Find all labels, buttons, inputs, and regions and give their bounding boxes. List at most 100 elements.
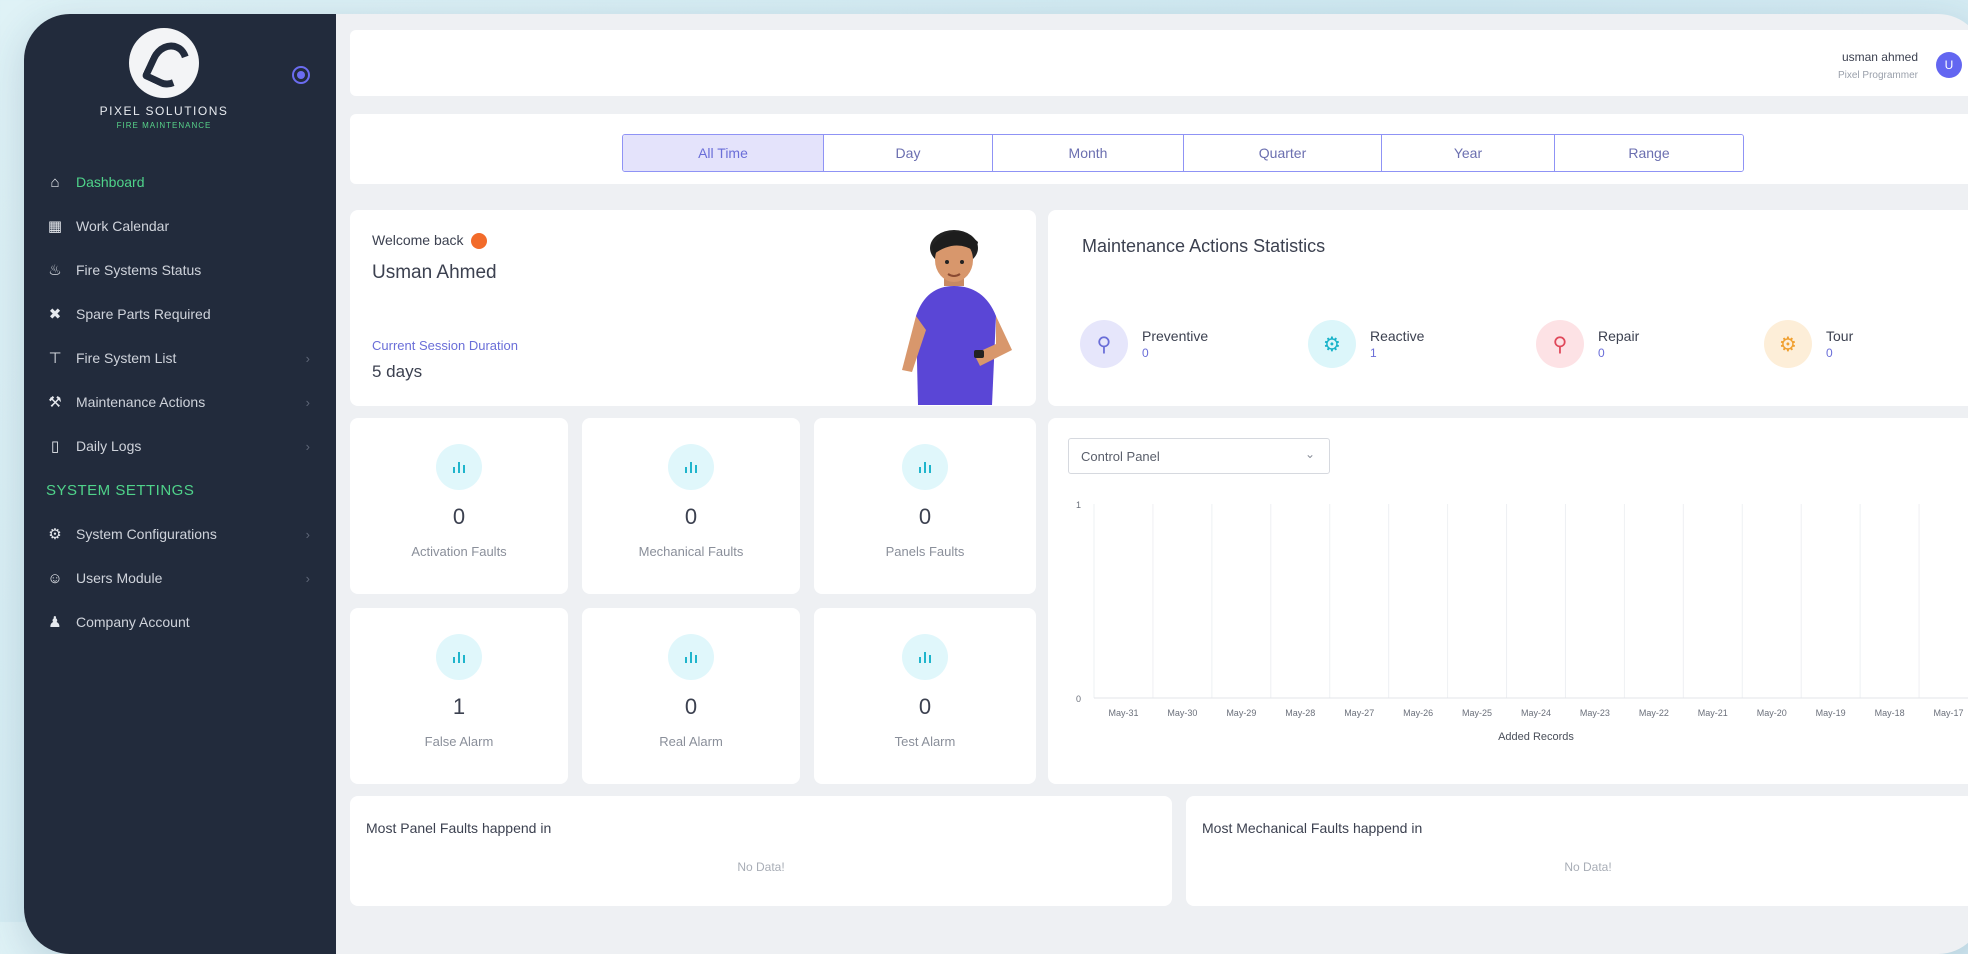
stat-label: Tour (1826, 328, 1854, 344)
fault-label: Activation Faults (411, 544, 507, 559)
x-tick-label: May-26 (1403, 708, 1433, 718)
sidebar: PIXEL SOLUTIONS FIRE MAINTENANCE ⌂ Dashb… (24, 14, 336, 954)
stat-tour[interactable]: ⚙ Tour 0 (1764, 320, 1853, 368)
x-tick-label: May-24 (1521, 708, 1551, 718)
sidebar-item-label: Daily Logs (76, 438, 142, 454)
welcome-greeting-text: Welcome back (372, 232, 464, 248)
x-tick-label: May-29 (1226, 708, 1256, 718)
tab-year[interactable]: Year (1382, 135, 1555, 171)
fault-label: Real Alarm (659, 734, 723, 749)
tab-month[interactable]: Month (993, 135, 1184, 171)
brand-tagline: FIRE MAINTENANCE (116, 121, 212, 130)
chevron-right-icon: › (305, 394, 310, 410)
x-tick-label: May-27 (1344, 708, 1374, 718)
chevron-right-icon: › (305, 570, 310, 586)
user-role: Pixel Programmer (1837, 70, 1918, 81)
extinguisher-icon: ⊤ (48, 350, 62, 367)
brand-logo[interactable]: PIXEL SOLUTIONS FIRE MAINTENANCE (84, 28, 244, 130)
fault-value: 0 (684, 504, 698, 529)
stat-preventive[interactable]: ⚲ Preventive 0 (1080, 320, 1208, 368)
wrench-icon: ⚒ (48, 394, 62, 411)
chevron-right-icon: › (305, 350, 310, 366)
x-tick-label: May-31 (1108, 708, 1138, 718)
fault-value: 0 (918, 694, 932, 719)
fault-label: Test Alarm (894, 734, 956, 749)
sidebar-item-label: Fire Systems Status (76, 262, 202, 278)
sidebar-item-spare-parts[interactable]: ✖ Spare Parts Required (24, 292, 336, 336)
empty-state-text: No Data! (737, 860, 785, 874)
fault-label: Panels Faults (885, 544, 965, 559)
tab-range[interactable]: Range (1555, 135, 1743, 171)
bar-chart-icon (436, 444, 482, 490)
x-tick-label: May-25 (1462, 708, 1492, 718)
stat-value: 0 (1142, 346, 1149, 360)
fault-card-test-alarm[interactable]: 0 Test Alarm (814, 608, 1036, 784)
y-tick-label: 1 (1076, 500, 1081, 510)
maintenance-stats-card: Maintenance Actions Statistics ⚲ Prevent… (1048, 210, 1968, 406)
tab-quarter[interactable]: Quarter (1184, 135, 1382, 171)
top-header: usman ahmed Pixel Programmer U (350, 30, 1968, 96)
x-tick-label: May-22 (1639, 708, 1669, 718)
sidebar-item-label: Maintenance Actions (76, 394, 206, 410)
sidebar-item-fire-system-list[interactable]: ⊤ Fire System List › (24, 336, 336, 380)
x-tick-label: May-17 (1934, 708, 1964, 718)
search-icon: ⚲ (1536, 320, 1584, 368)
app-window: PIXEL SOLUTIONS FIRE MAINTENANCE ⌂ Dashb… (24, 14, 1968, 954)
session-duration-value: 5 days (372, 362, 423, 381)
fault-card-real-alarm[interactable]: 0 Real Alarm (582, 608, 800, 784)
sidebar-item-system-configurations[interactable]: ⚙ System Configurations › (24, 512, 336, 556)
stat-repair[interactable]: ⚲ Repair 0 (1536, 320, 1639, 368)
panel-faults-location-card: Most Panel Faults happend in No Data! (350, 796, 1172, 906)
maintenance-stats-title: Maintenance Actions Statistics (1082, 236, 1326, 256)
welcome-user-name: Usman Ahmed (372, 262, 497, 283)
avatar-character-illustration (902, 230, 1012, 405)
sidebar-item-label: Company Account (76, 614, 190, 630)
fault-card-false-alarm[interactable]: 1 False Alarm (350, 608, 568, 784)
bar-chart-icon (902, 444, 948, 490)
avatar[interactable]: U (1936, 52, 1962, 78)
sidebar-item-dashboard[interactable]: ⌂ Dashboard (24, 160, 336, 204)
stat-value: 0 (1826, 346, 1833, 360)
stat-value: 0 (1598, 346, 1605, 360)
sidebar-item-company-account[interactable]: ♟ Company Account (24, 600, 336, 644)
records-chart-card: Control Panel ⌄ 1 0 May-31 May-30 May-29 May-… (1048, 418, 1968, 784)
session-duration-label: Current Session Duration (372, 338, 518, 353)
tools-icon: ✖ (48, 306, 62, 323)
sidebar-item-daily-logs[interactable]: ▯ Daily Logs › (24, 424, 336, 468)
stat-label: Repair (1598, 328, 1640, 344)
y-tick-label: 0 (1076, 694, 1081, 704)
bar-chart-icon (668, 634, 714, 680)
fault-card-mechanical[interactable]: 0 Mechanical Faults (582, 418, 800, 594)
x-tick-label: May-21 (1698, 708, 1728, 718)
clipboard-icon: ▯ (50, 438, 60, 455)
stat-reactive[interactable]: ⚙ Reactive 1 (1308, 320, 1424, 368)
gear-icon: ⚙ (1764, 320, 1812, 368)
sidebar-item-work-calendar[interactable]: ▦ Work Calendar (24, 204, 336, 248)
fault-value: 0 (684, 694, 698, 719)
x-tick-label: May-30 (1167, 708, 1197, 718)
sidebar-item-fire-systems-status[interactable]: ♨ Fire Systems Status (24, 248, 336, 292)
gear-icon: ⚙ (1308, 320, 1356, 368)
sidebar-item-users-module[interactable]: ☺ Users Module › (24, 556, 336, 600)
stat-label: Preventive (1142, 328, 1209, 344)
x-tick-label: May-19 (1816, 708, 1846, 718)
records-bar-chart: 1 0 May-31 May-30 May-29 May-28 May-27 May-26 Ma… (1076, 500, 1968, 743)
x-tick-label: May-20 (1757, 708, 1787, 718)
welcome-greeting: Welcome back (372, 232, 488, 250)
x-tick-label: May-28 (1285, 708, 1315, 718)
logo-icon (129, 28, 199, 98)
user-name[interactable]: usman ahmed (1842, 50, 1918, 64)
card-title: Most Panel Faults happend in (366, 820, 552, 836)
tab-day[interactable]: Day (824, 135, 993, 171)
chevron-right-icon: › (305, 526, 310, 542)
fault-label: False Alarm (424, 734, 494, 749)
fault-card-panels[interactable]: 0 Panels Faults (814, 418, 1036, 594)
fault-value: 0 (452, 504, 466, 529)
x-tick-label: May-18 (1875, 708, 1905, 718)
x-tick-label: May-23 (1580, 708, 1610, 718)
empty-state-text: No Data! (1564, 860, 1612, 874)
tab-all-time[interactable]: All Time (623, 135, 824, 171)
sidebar-item-maintenance-actions[interactable]: ⚒ Maintenance Actions › (24, 380, 336, 424)
sidebar-collapse-icon[interactable] (292, 66, 310, 84)
fault-card-activation[interactable]: 0 Activation Faults (350, 418, 568, 594)
